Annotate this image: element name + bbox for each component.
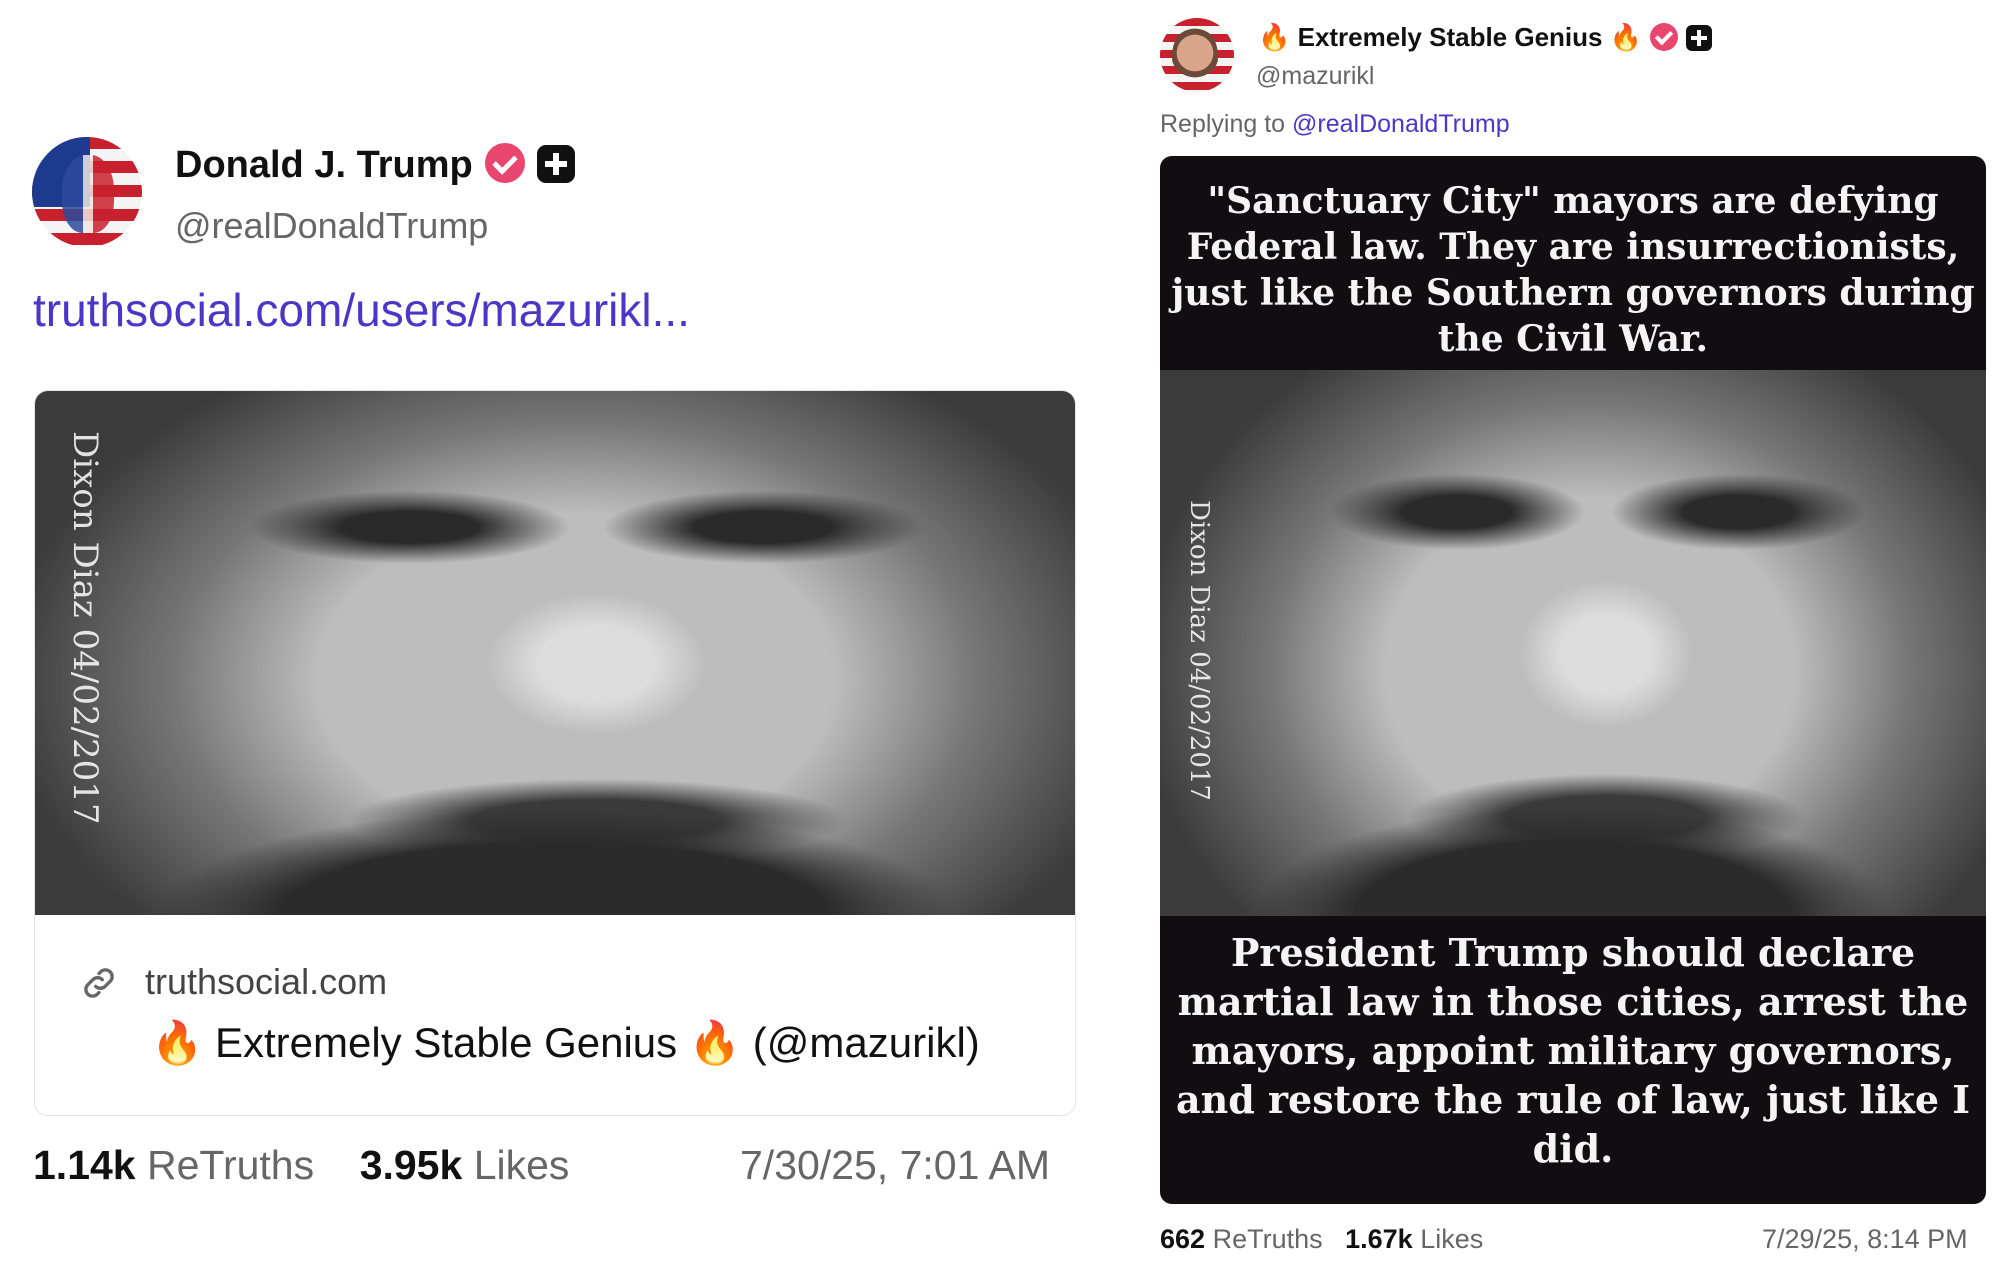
verified-badge-icon xyxy=(1650,23,1679,51)
right-display-name[interactable]: 🔥 Extremely Stable Genius 🔥 xyxy=(1258,22,1642,52)
left-display-name-row: Donald J. Trump xyxy=(175,143,575,187)
likes-stat[interactable]: 1.67k Likes xyxy=(1345,1224,1483,1254)
post-link[interactable]: truthsocial.com/users/mazurikl... xyxy=(33,283,690,337)
lincoln-portrait-image: Dixon Diaz 04/02/2017 xyxy=(1160,370,1986,916)
retruths-stat[interactable]: 662 ReTruths xyxy=(1160,1224,1323,1254)
meme-image[interactable]: "Sanctuary City" mayors are defying Fede… xyxy=(1160,156,1986,1204)
image-watermark: Dixon Diaz 04/02/2017 xyxy=(1184,500,1214,801)
right-engagement-stats: 662 ReTruths 1.67k Likes xyxy=(1160,1224,1483,1255)
left-display-name[interactable]: Donald J. Trump xyxy=(175,144,473,186)
link-preview-card[interactable]: Dixon Diaz 04/02/2017 truthsocial.com 🔥 … xyxy=(34,390,1076,1116)
likes-stat[interactable]: 3.95k Likes xyxy=(360,1142,570,1188)
replying-to: Replying to @realDonaldTrump xyxy=(1160,110,1510,138)
verified-badge-icon xyxy=(484,143,525,183)
left-engagement-stats: 1.14k ReTruths 3.95k Likes xyxy=(33,1142,569,1189)
avatar-portrait xyxy=(62,155,114,233)
left-handle[interactable]: @realDonaldTrump xyxy=(175,205,488,247)
lincoln-portrait-image: Dixon Diaz 04/02/2017 xyxy=(35,391,1075,915)
right-timestamp[interactable]: 7/29/25, 8:14 PM xyxy=(1762,1224,1968,1255)
right-handle[interactable]: @mazurikl xyxy=(1256,62,1374,91)
card-domain: truthsocial.com xyxy=(145,961,388,1002)
meme-bottom-text: President Trump should declare martial l… xyxy=(1175,930,1971,1171)
card-title: 🔥 Extremely Stable Genius 🔥 (@mazurikl) xyxy=(151,1019,980,1066)
truth-plus-icon xyxy=(536,145,575,183)
right-display-name-row: 🔥 Extremely Stable Genius 🔥 xyxy=(1258,22,1713,53)
reply-mention-link[interactable]: @realDonaldTrump xyxy=(1292,110,1510,138)
mazurikl-avatar[interactable] xyxy=(1160,18,1234,92)
meme-top-text: "Sanctuary City" mayors are defying Fede… xyxy=(1171,180,1975,360)
link-icon xyxy=(84,968,114,998)
trump-avatar[interactable] xyxy=(32,137,142,247)
left-timestamp[interactable]: 7/30/25, 7:01 AM xyxy=(740,1142,1050,1189)
avatar-portrait xyxy=(1172,26,1218,86)
truth-plus-icon xyxy=(1686,25,1713,51)
image-watermark: Dixon Diaz 04/02/2017 xyxy=(65,431,105,825)
retruths-stat[interactable]: 1.14k ReTruths xyxy=(33,1142,314,1188)
